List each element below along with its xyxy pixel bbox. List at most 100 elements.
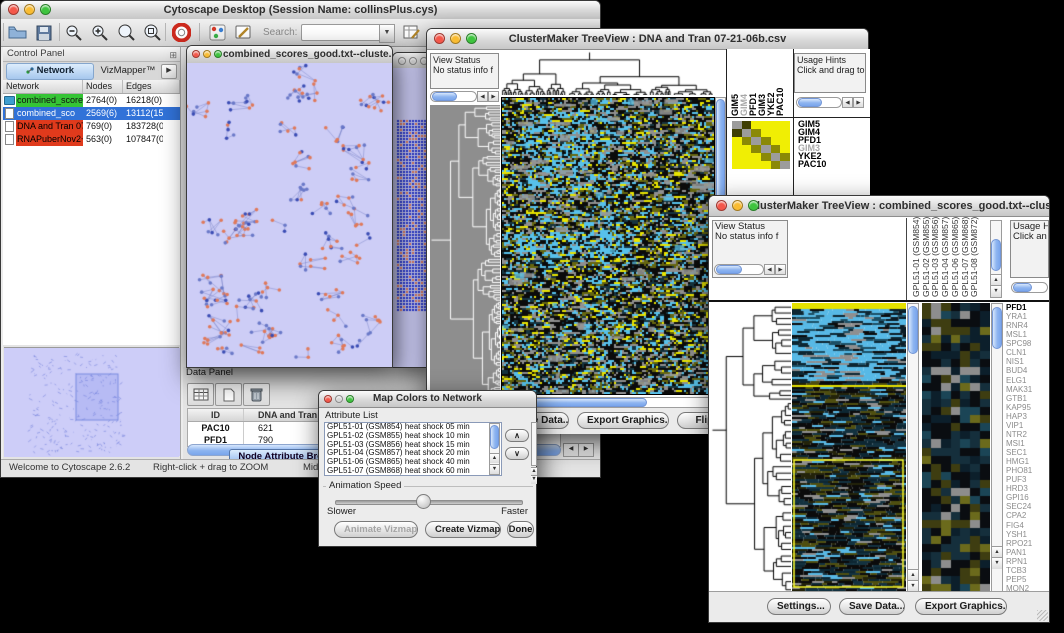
close-button[interactable] [716, 200, 727, 211]
col-network[interactable]: Network [3, 80, 83, 93]
col-edges[interactable]: Edges [123, 80, 180, 93]
heatmap-cell [761, 145, 771, 153]
minimize-button[interactable] [732, 200, 743, 211]
attribute-select-icon[interactable] [187, 383, 214, 406]
scroll-right-icon[interactable]: ▶ [775, 264, 786, 275]
vizmapper-icon[interactable] [207, 22, 228, 43]
move-up-button[interactable]: ∧ [505, 429, 529, 442]
save-data-button[interactable]: Save Data... [839, 598, 905, 615]
network-overview[interactable] [4, 347, 179, 457]
help-ring-icon[interactable] [171, 22, 192, 43]
heatmap-cell [761, 129, 771, 137]
dialog-titlebar[interactable]: Map Colors to Network [319, 391, 536, 408]
minimize-button[interactable] [24, 4, 35, 15]
new-attribute-icon[interactable] [215, 383, 242, 406]
zoom-vscrollbar[interactable]: ▲ ▼ [991, 303, 1003, 593]
network-titlebar[interactable]: combined_scores_good.txt--cluste... [187, 46, 392, 64]
minimize-button[interactable] [409, 57, 417, 65]
dialog-side-scrollbar[interactable] [531, 422, 537, 466]
slider-thumb[interactable] [416, 494, 431, 509]
control-panel: Control Panel ⊞ Network VizMapper™ ▶ Net… [3, 47, 181, 459]
tab-vizmapper[interactable]: VizMapper™ [95, 63, 161, 78]
scroll-down-icon[interactable]: ▼ [992, 557, 1002, 569]
treeview1-titlebar[interactable]: ClusterMaker TreeView : DNA and Tran 07-… [427, 29, 868, 50]
search-input[interactable] [301, 24, 383, 41]
tab-overflow-button[interactable]: ▶ [161, 64, 177, 79]
usage-hints-scrollbar[interactable]: ◀▶ [796, 97, 864, 108]
column-dendrogram[interactable] [501, 51, 713, 95]
zoom-in-icon[interactable] [89, 22, 110, 43]
network-edges: 13112(15) [123, 107, 163, 120]
close-button[interactable] [324, 395, 332, 403]
minimize-button[interactable] [203, 50, 211, 58]
cytoscape-titlebar[interactable]: Cytoscape Desktop (Session Name: collins… [1, 1, 600, 20]
col-id[interactable]: ID [188, 409, 244, 421]
scroll-left-icon[interactable]: ◀ [842, 97, 853, 108]
treeview2-titlebar[interactable]: ClusterMaker TreeView : combined_scores_… [709, 196, 1049, 217]
global-heatmap[interactable] [792, 303, 906, 593]
zoom-button[interactable] [748, 200, 759, 211]
open-folder-icon[interactable] [7, 22, 28, 43]
row-dendrogram[interactable] [711, 303, 791, 593]
usage-hints-scrollbar[interactable] [1011, 282, 1048, 293]
heatmap[interactable] [501, 97, 715, 395]
zoom-button[interactable] [346, 395, 354, 403]
tab-network[interactable]: Network [6, 63, 94, 80]
gene-label: HRD3 [1006, 484, 1050, 493]
scroll-down-icon[interactable]: ▼ [490, 464, 499, 474]
annotation-icon[interactable] [233, 22, 254, 43]
row-dendrogram[interactable] [430, 105, 500, 395]
col-nodes[interactable]: Nodes [83, 80, 123, 93]
minimize-button[interactable] [450, 33, 461, 44]
scroll-right-icon[interactable]: ▶ [853, 97, 864, 108]
create-vizmap-button[interactable]: Create Vizmap [425, 521, 501, 538]
column-scrollbar[interactable]: ▲ ▼ [990, 220, 1002, 298]
column-dendrogram-area[interactable] [791, 218, 907, 300]
scroll-left-icon[interactable]: ◀ [563, 443, 579, 457]
network-list-item[interactable]: combined_sco2569(6)13112(15) [3, 107, 180, 120]
zoom-button[interactable] [466, 33, 477, 44]
delete-attribute-icon[interactable] [243, 383, 270, 406]
done-button[interactable]: Done [507, 521, 534, 538]
resize-grip[interactable] [1037, 610, 1048, 621]
zoom-out-icon[interactable] [63, 22, 84, 43]
scroll-left-icon[interactable]: ◀ [764, 264, 775, 275]
settings-button[interactable]: Settings... [767, 598, 831, 615]
scroll-left-icon[interactable]: ◀ [477, 91, 488, 102]
move-down-button[interactable]: ∨ [505, 447, 529, 460]
export-graphics-button[interactable]: Export Graphics... [915, 598, 1007, 615]
scroll-down-icon[interactable]: ▼ [991, 285, 1001, 297]
view-status-scrollbar[interactable]: ◀▶ [430, 91, 499, 102]
close-button[interactable] [434, 33, 445, 44]
scroll-up-icon[interactable]: ▲ [490, 453, 499, 463]
close-button[interactable] [8, 4, 19, 15]
attribute-list[interactable]: GPL51-01 (GSM854) heat shock 05 minGPL51… [324, 422, 502, 476]
minimize-button[interactable] [335, 395, 343, 403]
scroll-right-icon[interactable]: ▶ [488, 91, 499, 102]
network-list-item[interactable]: combined_scores2764(0)16218(0) [3, 94, 180, 107]
scroll-right-icon[interactable]: ▶ [578, 443, 594, 457]
network-list-item[interactable]: DNA and Tran 07769(0)183728(0) [3, 120, 180, 133]
zoom-selected-icon[interactable] [141, 22, 162, 43]
zoom-heatmap[interactable] [922, 303, 990, 593]
zoom-button[interactable] [214, 50, 222, 58]
zoom-fit-icon[interactable] [115, 22, 136, 43]
close-button[interactable] [398, 57, 406, 65]
animate-vizmap-button[interactable]: Animate Vizmap [334, 521, 418, 538]
attribute-editor-icon[interactable] [401, 22, 422, 43]
global-vscrollbar[interactable]: ▲ ▼ [907, 303, 919, 593]
search-dropdown-icon[interactable]: ▼ [379, 24, 395, 43]
view-status-scrollbar[interactable]: ◀▶ [714, 264, 786, 275]
network-canvas[interactable] [187, 63, 392, 367]
scroll-down-icon[interactable]: ▼ [531, 475, 537, 484]
zoom-heatmap[interactable] [732, 121, 790, 169]
save-icon[interactable] [33, 22, 54, 43]
float-panel-icon[interactable]: ⊞ [169, 48, 177, 62]
attribute-list-scrollbar[interactable]: ▲ ▼ [489, 423, 500, 475]
zoom-button[interactable] [40, 4, 51, 15]
export-graphics-button[interactable]: Export Graphics... [577, 412, 669, 429]
close-button[interactable] [192, 50, 200, 58]
attribute-item[interactable]: GPL51-07 (GSM868) heat shock 60 min [327, 467, 501, 476]
treeview2-title: ClusterMaker TreeView : combined_scores_… [709, 196, 1049, 216]
network-list-item[interactable]: RNAPuberNov2+I563(0)107847(0) [3, 133, 180, 146]
